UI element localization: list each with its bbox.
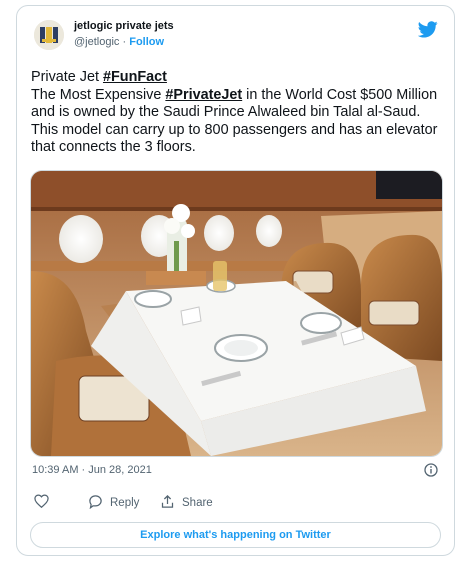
like-button[interactable] [34,494,49,511]
twitter-bird-icon[interactable] [417,21,438,43]
info-icon[interactable] [424,463,438,482]
share-icon [160,494,175,512]
explore-twitter-button[interactable]: Explore what's happening on Twitter [30,522,441,548]
tweet-line-1: Private Jet #FunFact [31,69,451,87]
share-label: Share [182,497,213,509]
tweet-timestamp[interactable]: 10:39 AM · Jun 28, 2021 [32,464,152,476]
tweet-text-prefix-2: The Most Expensive [31,86,166,103]
author-handle[interactable]: @jetlogic [74,36,119,48]
author-handle-line: @jetlogic · Follow [74,36,164,48]
tweet-photo[interactable] [30,170,443,457]
follow-button[interactable]: Follow [129,36,164,48]
tweet-text: Private Jet #FunFact The Most Expensive … [31,69,451,157]
author-name[interactable]: jetlogic private jets [74,20,174,32]
tweet-card: jetlogic private jets @jetlogic · Follow… [16,5,455,556]
tweet-body: The Most Expensive #PrivateJet in the Wo… [31,87,451,157]
reply-label: Reply [110,497,140,509]
heart-icon [34,494,49,511]
reply-icon [88,494,103,512]
avatar[interactable] [34,20,64,50]
tweet-text-prefix-1: Private Jet [31,69,103,85]
share-button[interactable]: Share [160,494,213,512]
hashtag-privatejet[interactable]: #PrivateJet [165,87,242,103]
separator-dot: · [122,36,127,48]
reply-button[interactable]: Reply [88,494,139,512]
hashtag-funfact[interactable]: #FunFact [103,69,167,85]
